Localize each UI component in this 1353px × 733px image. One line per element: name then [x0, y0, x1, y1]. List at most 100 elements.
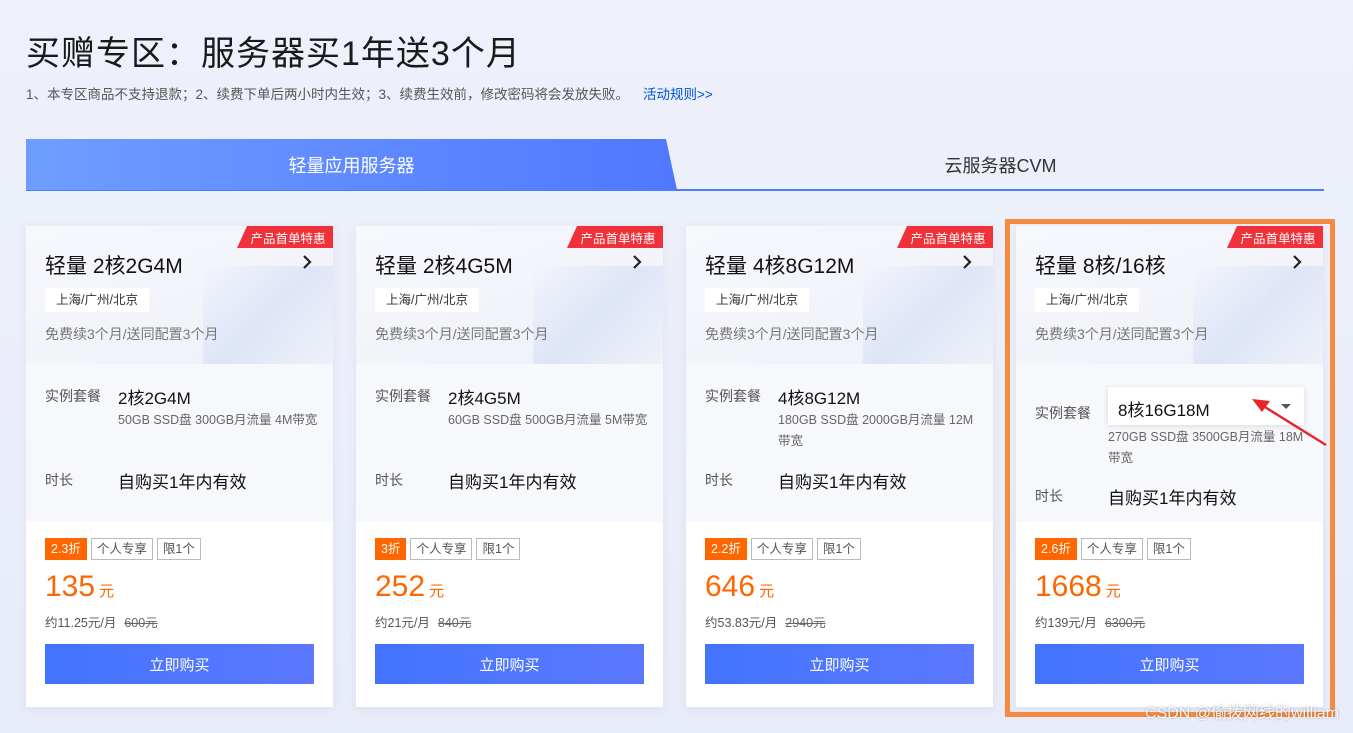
price: 1668 元 [1035, 570, 1121, 604]
price-value: 646 [705, 570, 756, 603]
product-card: 产品首单特惠 轻量 2核4G5M 上海/广州/北京 免费续3个月/送同配置3个月… [356, 226, 663, 707]
rules-link[interactable]: 活动规则>> [643, 87, 713, 102]
personal-tag: 个人专享 [750, 538, 813, 560]
discount-badge: 3折 [375, 538, 407, 560]
card-title[interactable]: 轻量 2核4G5M [375, 250, 513, 280]
sub-price: 约139元/月 6300元 [1035, 612, 1145, 631]
region-badge: 上海/广州/北京 [375, 288, 479, 312]
limit-tag: 限1个 [816, 538, 861, 560]
promo-ribbon: 产品首单特惠 [1227, 226, 1323, 248]
gift-text: 免费续3个月/送同配置3个月 [45, 326, 219, 342]
duration-value: 自购买1年内有效 [118, 473, 247, 492]
page-title: 买赠专区：服务器买1年送3个月 [26, 35, 521, 73]
price-value: 135 [45, 570, 96, 603]
gift-text: 免费续3个月/送同配置3个月 [705, 326, 879, 342]
personal-tag: 个人专享 [410, 538, 473, 560]
original-price: 6300元 [1104, 616, 1146, 630]
limit-tag: 限1个 [476, 538, 521, 560]
region-badge: 上海/广州/北京 [45, 288, 149, 312]
duration-label: 时长 [45, 472, 73, 488]
price-value: 252 [375, 570, 426, 603]
duration-label: 时长 [705, 472, 733, 488]
promo-ribbon: 产品首单特惠 [237, 226, 333, 248]
buy-button[interactable]: 立即购买 [45, 644, 314, 684]
spec-desc: 60GB SSD盘 500GB月流量 5M带宽 [448, 413, 648, 427]
original-price: 2940元 [785, 616, 826, 630]
limit-tag: 限1个 [1146, 538, 1191, 560]
spec-label: 实例套餐 [45, 388, 101, 404]
decorative-graphic [863, 266, 993, 364]
price-value: 1668 [1035, 570, 1102, 603]
tag-list: 2.3折 个人专享 限1个 [45, 538, 201, 560]
chevron-right-icon[interactable] [629, 252, 645, 272]
spec-label: 实例套餐 [375, 388, 431, 404]
decorative-graphic [203, 266, 333, 364]
sub-price: 约21元/月 840元 [375, 612, 471, 631]
caret-down-icon [1281, 404, 1291, 409]
chevron-right-icon[interactable] [1289, 252, 1305, 272]
buy-button[interactable]: 立即购买 [705, 644, 974, 684]
buy-button[interactable]: 立即购买 [1035, 644, 1304, 684]
discount-badge: 2.2折 [705, 538, 747, 560]
monthly-price: 约53.83元/月 [705, 616, 778, 630]
buy-button[interactable]: 立即购买 [375, 644, 644, 684]
spec-label: 实例套餐 [1035, 405, 1091, 421]
discount-badge: 2.6折 [1035, 538, 1077, 560]
product-card: 产品首单特惠 轻量 8核/16核 上海/广州/北京 免费续3个月/送同配置3个月… [1016, 226, 1323, 707]
product-card: 产品首单特惠 轻量 2核2G4M 上海/广州/北京 免费续3个月/送同配置3个月… [26, 226, 333, 707]
tag-list: 2.6折 个人专享 限1个 [1035, 538, 1191, 560]
tab-cvm[interactable]: 云服务器CVM [677, 139, 1324, 190]
tab-lighthouse[interactable]: 轻量应用服务器 [26, 139, 677, 190]
product-card: 产品首单特惠 轻量 4核8G12M 上海/广州/北京 免费续3个月/送同配置3个… [686, 226, 993, 707]
region-badge: 上海/广州/北京 [1035, 288, 1139, 312]
original-price: 600元 [124, 616, 158, 630]
card-footer: 2.6折 个人专享 限1个 1668 元 约139元/月 6300元 立即购买 [1016, 522, 1323, 707]
monthly-price: 约139元/月 [1035, 616, 1097, 630]
price: 252 元 [375, 570, 444, 604]
price-unit: 元 [99, 583, 115, 600]
sub-price: 约11.25元/月 600元 [45, 612, 158, 631]
spec-desc: 270GB SSD盘 3500GB月流量 18M带宽 [1108, 430, 1304, 465]
personal-tag: 个人专享 [1080, 538, 1143, 560]
spec-value: 2核2G4M [118, 389, 191, 408]
duration-value: 自购买1年内有效 [1108, 489, 1237, 508]
gift-text: 免费续3个月/送同配置3个月 [375, 326, 549, 342]
card-title[interactable]: 轻量 8核/16核 [1035, 250, 1166, 280]
limit-tag: 限1个 [156, 538, 201, 560]
price-unit: 元 [1105, 583, 1121, 600]
chevron-right-icon[interactable] [299, 252, 315, 272]
sub-price: 约53.83元/月 2940元 [705, 612, 826, 631]
spec-value: 4核8G12M [778, 389, 861, 408]
promo-ribbon: 产品首单特惠 [567, 226, 663, 248]
decorative-graphic [1193, 266, 1323, 364]
price-unit: 元 [429, 583, 445, 600]
watermark: CSDN @偷拨网线的william [1144, 705, 1339, 722]
duration-label: 时长 [1035, 488, 1063, 504]
promo-ribbon: 产品首单特惠 [897, 226, 993, 248]
notice-content: 1、本专区商品不支持退款；2、续费下单后两小时内生效；3、续费生效前，修改密码将… [26, 87, 630, 102]
monthly-price: 约21元/月 [375, 616, 430, 630]
gift-text: 免费续3个月/送同配置3个月 [1035, 326, 1209, 342]
price-unit: 元 [759, 583, 775, 600]
card-footer: 2.3折 个人专享 限1个 135 元 约11.25元/月 600元 立即购买 [26, 522, 333, 707]
spec-desc: 180GB SSD盘 2000GB月流量 12M带宽 [778, 413, 974, 448]
monthly-price: 约11.25元/月 [45, 616, 117, 630]
duration-value: 自购买1年内有效 [448, 473, 577, 492]
decorative-graphic [533, 266, 663, 364]
card-footer: 2.2折 个人专享 限1个 646 元 约53.83元/月 2940元 立即购买 [686, 522, 993, 707]
personal-tag: 个人专享 [90, 538, 153, 560]
spec-value: 2核4G5M [448, 389, 521, 408]
region-badge: 上海/广州/北京 [705, 288, 809, 312]
chevron-right-icon[interactable] [959, 252, 975, 272]
card-title[interactable]: 轻量 2核2G4M [45, 250, 183, 280]
card-footer: 3折 个人专享 限1个 252 元 约21元/月 840元 立即购买 [356, 522, 663, 707]
price: 135 元 [45, 570, 114, 604]
spec-label: 实例套餐 [705, 388, 761, 404]
instance-package-select[interactable]: 8核16G18M [1108, 387, 1304, 425]
duration-label: 时长 [375, 472, 403, 488]
notice-text: 1、本专区商品不支持退款；2、续费下单后两小时内生效；3、续费生效前，修改密码将… [26, 83, 713, 103]
product-tabs: 轻量应用服务器 云服务器CVM [26, 139, 1324, 191]
spec-desc: 50GB SSD盘 300GB月流量 4M带宽 [118, 413, 318, 427]
card-title[interactable]: 轻量 4核8G12M [705, 250, 854, 280]
tag-list: 2.2折 个人专享 限1个 [705, 538, 861, 560]
